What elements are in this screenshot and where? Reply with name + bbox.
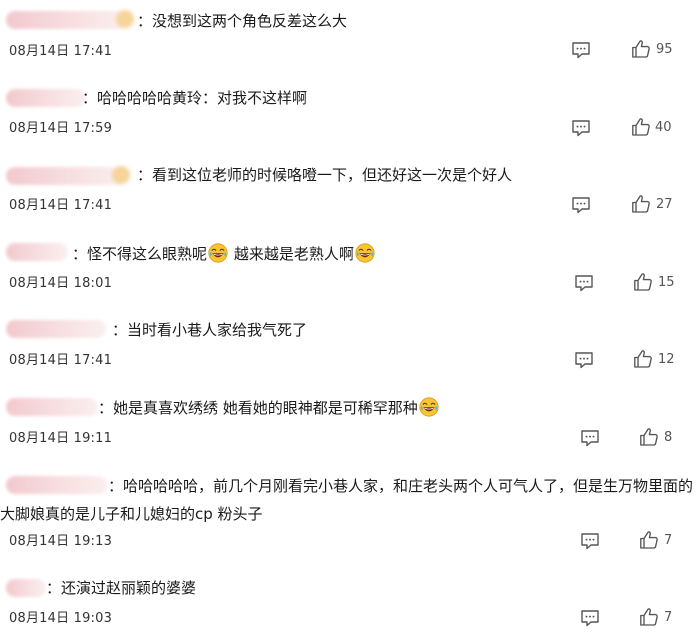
like-count: 7: [664, 533, 673, 548]
like-count: 8: [664, 430, 673, 445]
thumbs-up-icon[interactable]: [631, 117, 651, 137]
comment-text: ：怪不得这么眼熟呢 越来越是老熟人啊: [0, 240, 686, 268]
comment-body: 怪不得这么眼熟呢: [87, 245, 208, 263]
comment-body: 还演过赵丽颖的婆婆: [61, 579, 197, 597]
thumbs-up-icon[interactable]: [633, 349, 653, 369]
comment-body: 没想到这两个角色反差这么大: [152, 12, 348, 30]
comment-body: 哈哈哈哈哈黄玲：对我不这样啊: [97, 89, 308, 107]
thumbs-up-icon[interactable]: [639, 530, 659, 550]
like-count: 7: [664, 610, 673, 625]
thumbs-up-icon[interactable]: [639, 427, 659, 447]
like-count: 95: [656, 42, 673, 57]
comment-icon[interactable]: [580, 532, 600, 550]
comment-time: 08月14日 17:59: [9, 121, 113, 136]
comment-icon[interactable]: [580, 609, 600, 627]
comment-body: 当时看小巷人家给我气死了: [127, 321, 308, 339]
thumbs-up-icon[interactable]: [631, 194, 651, 214]
comment-text: ：哈哈哈哈哈，前几个月刚看完小巷人家，和庄老头两个人可气人了，但是生万物里面的大…: [0, 477, 694, 523]
comment-time: 08月14日 19:11: [9, 431, 113, 446]
comment-icon[interactable]: [574, 351, 594, 369]
laughing-tears-emoji-icon: [208, 243, 228, 263]
comment-text: ：没想到这两个角色反差这么大: [137, 12, 348, 30]
comment-body: 她是真喜欢绣绣 她看她的眼神都是可稀罕那种: [113, 399, 418, 417]
laughing-tears-emoji-icon: [419, 397, 439, 417]
comment-body: 哈哈哈哈哈，前几个月刚看完小巷人家，和庄老头两个人可气人了，但是生万物里面的大脚…: [0, 477, 694, 523]
comment-time: 08月14日 19:03: [9, 611, 113, 626]
thumbs-up-icon[interactable]: [633, 272, 653, 292]
comment-text: ：当时看小巷人家给我气死了: [112, 321, 308, 339]
comment-time: 08月14日 17:41: [9, 353, 113, 368]
laughing-tears-emoji-icon: [355, 243, 375, 263]
comment-icon[interactable]: [571, 196, 591, 214]
comment-body-continued: 越来越是老熟人啊: [233, 245, 354, 263]
comment-icon[interactable]: [571, 119, 591, 137]
comment-time: 08月14日 17:41: [9, 44, 113, 59]
thumbs-up-icon[interactable]: [639, 607, 659, 627]
comment-icon[interactable]: [571, 41, 591, 59]
comment-time: 08月14日 17:41: [9, 198, 113, 213]
comment-text: ：哈哈哈哈哈黄玲：对我不这样啊: [82, 89, 308, 107]
comment-icon[interactable]: [580, 429, 600, 447]
like-count: 15: [658, 275, 675, 290]
thumbs-up-icon[interactable]: [631, 39, 651, 59]
comment-time: 08月14日 19:13: [9, 534, 113, 549]
like-count: 40: [655, 120, 672, 135]
comment-icon[interactable]: [574, 274, 594, 292]
comment-text: ：看到这位老师的时候咯噔一下，但还好这一次是个好人: [137, 166, 513, 184]
comment-text: ：她是真喜欢绣绣 她看她的眼神都是可稀罕那种: [0, 394, 686, 422]
like-count: 27: [656, 197, 673, 212]
comment-time: 08月14日 18:01: [9, 276, 113, 291]
comment-text: ：还演过赵丽颖的婆婆: [46, 579, 197, 597]
like-count: 12: [658, 352, 675, 367]
comment-body: 看到这位老师的时候咯噔一下，但还好这一次是个好人: [152, 166, 513, 184]
